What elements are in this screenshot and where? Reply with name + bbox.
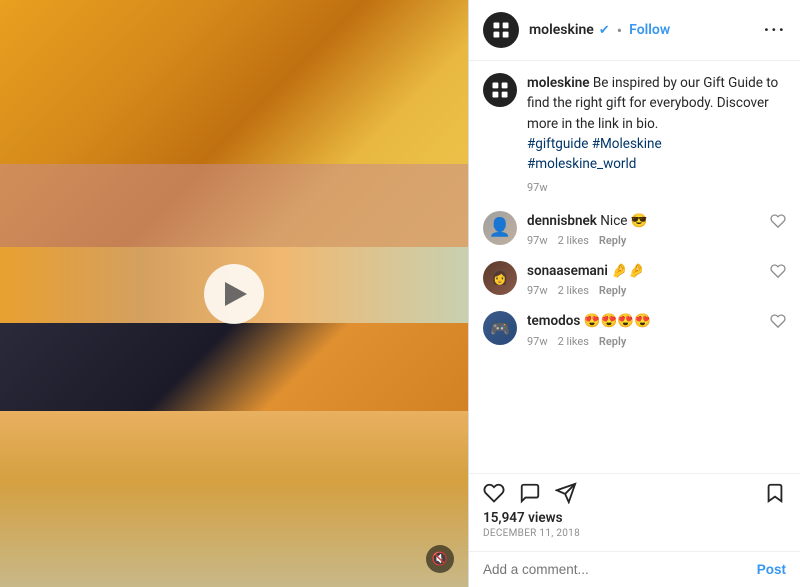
caption-hashtags: #giftguide #Moleskine#moleskine_world	[527, 136, 662, 172]
views-count: 15,947 views	[483, 510, 786, 526]
comment-like-button-temodos[interactable]	[770, 313, 786, 333]
commenter-name-dennis[interactable]: dennisbnek	[527, 213, 597, 229]
action-icons-row	[483, 482, 786, 504]
video-bg-bottom	[0, 411, 468, 587]
more-options-button[interactable]: ···	[764, 20, 786, 41]
comment-reply-temodos[interactable]: Reply	[599, 335, 626, 348]
comment-body-sona: sonaasemani 🤌🤌 97w 2 likes Reply	[527, 261, 760, 297]
post-header: moleskine ✔ • Follow ···	[469, 0, 800, 61]
comment-meta-temodos: 97w 2 likes Reply	[527, 335, 760, 348]
comment-meta-dennis: 97w 2 likes Reply	[527, 234, 760, 247]
comment-row: 👤 dennisbnek Nice 😎 97w 2 likes Reply	[483, 211, 786, 247]
caption-time: 97w	[527, 180, 786, 197]
comment-time-temodos: 97w	[527, 335, 548, 348]
follow-button[interactable]: Follow	[629, 22, 670, 38]
share-button[interactable]	[555, 482, 577, 504]
comment-avatar-sona: 👩	[483, 261, 517, 295]
comment-body-temodos: temodos 😍😍😍😍 97w 2 likes Reply	[527, 311, 760, 347]
comment-time-dennis: 97w	[527, 234, 548, 247]
mute-icon: 🔇	[432, 552, 448, 567]
caption-text-area: moleskine Be inspired by our Gift Guide …	[527, 73, 786, 197]
bookmark-button[interactable]	[764, 482, 786, 504]
comment-text-dennis: dennisbnek Nice 😎	[527, 211, 760, 231]
like-button[interactable]	[483, 482, 505, 504]
moleskine-logo-icon	[491, 20, 511, 40]
comment-meta-sona: 97w 2 likes Reply	[527, 284, 760, 297]
video-panel: 🔇	[0, 0, 468, 587]
comment-content-temodos: 😍😍😍😍	[584, 313, 651, 329]
comment-row: 👩 sonaasemani 🤌🤌 97w 2 likes Reply	[483, 261, 786, 297]
comment-reply-sona[interactable]: Reply	[599, 284, 626, 297]
comment-likes-dennis[interactable]: 2 likes	[558, 234, 589, 247]
comment-text-sona: sonaasemani 🤌🤌	[527, 261, 760, 281]
comment-row: 🎮 temodos 😍😍😍😍 97w 2 likes Reply	[483, 311, 786, 347]
comment-likes-sona[interactable]: 2 likes	[558, 284, 589, 297]
info-panel: moleskine ✔ • Follow ··· moleskine Be in…	[468, 0, 800, 587]
caption-username[interactable]: moleskine	[527, 75, 590, 91]
comment-like-button-sona[interactable]	[770, 263, 786, 283]
dot-separator: •	[617, 21, 622, 40]
actions-bar: 15,947 views December 11, 2018	[469, 473, 800, 551]
header-username[interactable]: moleskine	[529, 22, 594, 38]
comment-button[interactable]	[519, 482, 541, 504]
commenter-name-temodos[interactable]: temodos	[527, 313, 580, 329]
header-avatar	[483, 12, 519, 48]
caption-block: moleskine Be inspired by our Gift Guide …	[483, 73, 786, 197]
comment-avatar-temodos: 🎮	[483, 311, 517, 345]
comment-text-temodos: temodos 😍😍😍😍	[527, 311, 760, 331]
add-comment-row: Post	[469, 551, 800, 587]
play-icon	[225, 282, 247, 306]
comment-content-dennis: Nice 😎	[600, 213, 647, 229]
comments-area: moleskine Be inspired by our Gift Guide …	[469, 61, 800, 473]
comment-body-dennis: dennisbnek Nice 😎 97w 2 likes Reply	[527, 211, 760, 247]
caption-logo-icon	[490, 80, 510, 100]
post-comment-button[interactable]: Post	[757, 562, 786, 577]
comment-time-sona: 97w	[527, 284, 548, 297]
comment-likes-temodos[interactable]: 2 likes	[558, 335, 589, 348]
commenter-name-sona[interactable]: sonaasemani	[527, 263, 608, 279]
add-comment-input[interactable]	[483, 562, 757, 577]
comment-avatar-dennis: 👤	[483, 211, 517, 245]
comment-content-sona: 🤌🤌	[611, 263, 645, 279]
post-date: December 11, 2018	[483, 528, 786, 539]
play-button[interactable]	[204, 264, 264, 324]
verified-badge: ✔	[599, 23, 610, 38]
mute-button[interactable]: 🔇	[426, 545, 454, 573]
comment-like-button-dennis[interactable]	[770, 213, 786, 233]
caption-avatar	[483, 73, 517, 107]
comment-reply-dennis[interactable]: Reply	[599, 234, 626, 247]
